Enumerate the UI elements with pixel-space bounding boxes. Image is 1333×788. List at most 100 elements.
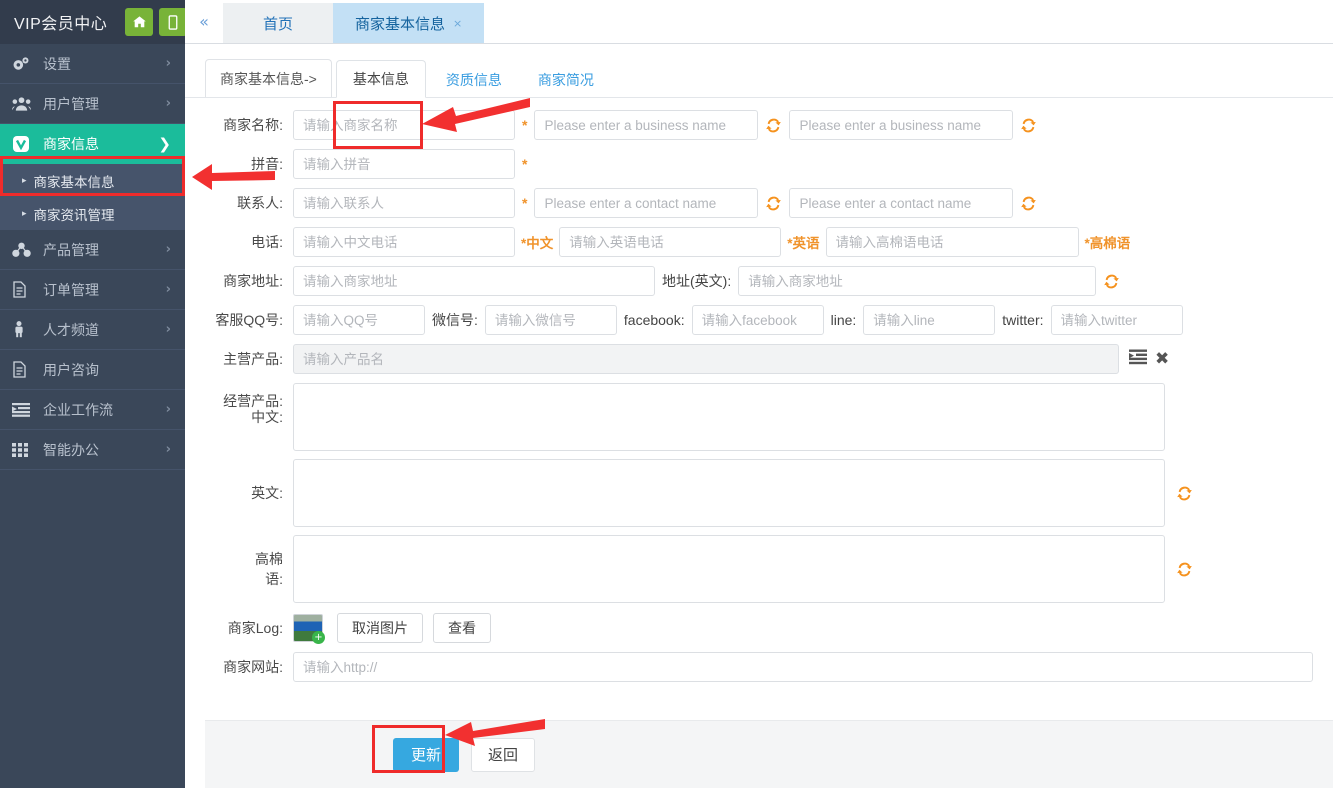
form-row-logo: 商家Log: + 取消图片 查看	[185, 613, 1333, 644]
twitter-input[interactable]	[1050, 305, 1183, 335]
update-button[interactable]: 更新	[393, 737, 460, 772]
sidebar-item-settings[interactable]: 设置 ›	[0, 44, 185, 84]
sidebar-item-user-consultation[interactable]: 用户咨询	[0, 350, 185, 390]
business-name-cn-input[interactable]	[293, 110, 515, 140]
subtab-basic-info[interactable]: 基本信息	[335, 60, 426, 98]
refresh-icon[interactable]	[766, 196, 782, 211]
refresh-icon[interactable]	[1177, 562, 1192, 577]
qq-label: 客服QQ号:	[215, 312, 283, 328]
sidebar-item-user-management[interactable]: 用户管理 ›	[0, 84, 185, 124]
main-product-input[interactable]	[293, 344, 1119, 374]
logo-label: 商家Log:	[227, 620, 283, 636]
sidebar-item-enterprise-workflow[interactable]: 企业工作流 ›	[0, 390, 185, 430]
address-en-label: 地址(英文):	[662, 273, 732, 289]
chevron-right-icon: ❯	[158, 134, 171, 153]
products-cn-textarea[interactable]	[293, 383, 1165, 451]
form-row-business-name: 商家名称: *	[185, 110, 1333, 140]
required-marker: *	[522, 117, 528, 133]
facebook-input[interactable]	[691, 305, 824, 335]
tab-merchant-basic-info[interactable]: 商家基本信息 ×	[333, 3, 485, 43]
pinyin-label: 拼音:	[251, 156, 283, 172]
image-add-icon[interactable]: +	[293, 614, 325, 644]
sidebar-item-label: 订单管理	[43, 281, 99, 298]
sidebar-item-order-management[interactable]: 订单管理 ›	[0, 270, 185, 310]
refresh-icon[interactable]	[766, 118, 782, 133]
wechat-label: 微信号:	[432, 312, 478, 328]
collapse-sidebar-button[interactable]: «	[185, 0, 223, 43]
mobile-button[interactable]	[159, 8, 188, 36]
home-button[interactable]	[125, 8, 154, 36]
contact-kh-input[interactable]	[789, 188, 1014, 218]
sidebar-subitem-label: 商家资讯管理	[33, 207, 115, 223]
chevron-right-icon: ›	[165, 96, 171, 111]
form-section-business-products: 经营产品: 中文: 英文: 高棉语:	[185, 383, 1333, 603]
sidebar-item-product-management[interactable]: 产品管理 ›	[0, 230, 185, 270]
contact-en-input[interactable]	[534, 188, 759, 218]
clear-icon[interactable]: ✖	[1155, 349, 1169, 369]
sidebar-item-label: 用户管理	[43, 95, 99, 112]
gears-icon	[12, 56, 34, 72]
products-kh-label: 高棉语:	[255, 551, 283, 587]
contact-cn-input[interactable]	[293, 188, 515, 218]
subtab-qualification-info[interactable]: 资质信息	[430, 63, 518, 97]
contact-label: 联系人:	[237, 195, 283, 211]
address-en-input[interactable]	[738, 266, 1097, 296]
sidebar-item-smart-office[interactable]: 智能办公 ›	[0, 430, 185, 470]
phone-en-input[interactable]	[559, 227, 782, 257]
chevron-right-icon: ›	[165, 402, 171, 417]
required-marker: *	[522, 195, 528, 211]
business-name-en-input[interactable]	[534, 110, 759, 140]
refresh-icon[interactable]	[1177, 486, 1192, 501]
breadcrumb: 商家基本信息->	[205, 59, 332, 97]
merchant-form: 商家名称: * 拼音: * 联系人:	[185, 98, 1333, 682]
cubes-icon	[12, 242, 34, 258]
form-row-main-product: 主营产品: ✖	[185, 344, 1333, 374]
tab-home[interactable]: 首页	[223, 3, 333, 43]
refresh-icon[interactable]	[1021, 196, 1037, 211]
tab-bar: « 首页 商家基本信息 ×	[185, 0, 1333, 44]
phone-kh-input[interactable]	[825, 227, 1079, 257]
products-kh-textarea[interactable]	[293, 535, 1165, 603]
close-icon[interactable]: ×	[453, 17, 462, 30]
breadcrumb-bar: 商家基本信息-> 基本信息 资质信息 商家简况	[185, 44, 1333, 98]
business-name-label: 商家名称:	[223, 117, 283, 133]
phone-kh-tag: *高棉语	[1084, 236, 1131, 251]
address-cn-input[interactable]	[293, 266, 655, 296]
qq-input[interactable]	[293, 305, 425, 335]
sidebar-item-merchant-basic-info[interactable]: ▸ 商家基本信息	[0, 164, 185, 197]
back-button[interactable]: 返回	[471, 737, 536, 772]
subtab-label: 商家简况	[537, 72, 594, 88]
website-input[interactable]	[293, 652, 1313, 682]
website-label: 商家网站:	[223, 659, 283, 675]
form-row-phone: 电话: *中文 *英语 *高棉语	[185, 227, 1333, 257]
wechat-input[interactable]	[484, 305, 617, 335]
refresh-icon[interactable]	[1104, 274, 1120, 289]
grid-icon	[12, 442, 34, 457]
sidebar-item-label: 产品管理	[43, 241, 99, 258]
business-products-label: 经营产品:	[223, 393, 283, 409]
person-icon	[12, 321, 34, 338]
sidebar-item-label: 设置	[43, 55, 71, 72]
pinyin-input[interactable]	[293, 149, 515, 179]
phone-cn-input[interactable]	[293, 227, 515, 257]
subtab-merchant-profile[interactable]: 商家简况	[522, 63, 610, 97]
tab-label: 首页	[262, 15, 293, 33]
sidebar-item-label: 智能办公	[43, 441, 99, 458]
double-chevron-left-icon: «	[199, 12, 209, 31]
refresh-icon[interactable]	[1021, 118, 1037, 133]
phone-cn-tag: *中文	[521, 236, 554, 251]
view-image-button[interactable]: 查看	[433, 613, 491, 643]
sidebar-item-merchant-info[interactable]: 商家信息 ❯	[0, 124, 185, 164]
line-input[interactable]	[863, 305, 996, 335]
line-label: line:	[830, 312, 857, 328]
required-marker: *	[522, 156, 528, 172]
cancel-image-button[interactable]: 取消图片	[337, 613, 423, 643]
form-row-website: 商家网站:	[185, 652, 1333, 682]
products-en-textarea[interactable]	[293, 459, 1165, 527]
form-footer: 更新 返回	[205, 720, 1333, 788]
triangle-right-icon: ▸	[22, 208, 27, 219]
sidebar-item-talent-channel[interactable]: 人才频道 ›	[0, 310, 185, 350]
business-name-kh-input[interactable]	[789, 110, 1014, 140]
sidebar-item-merchant-news-management[interactable]: ▸ 商家资讯管理	[0, 197, 185, 230]
list-select-icon[interactable]	[1129, 349, 1147, 370]
